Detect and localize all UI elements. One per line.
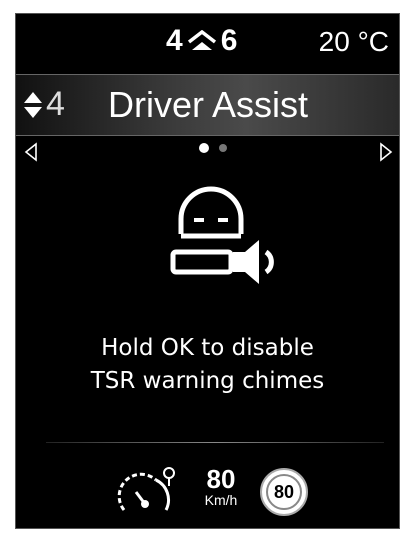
outside-temperature: 20 °C — [318, 26, 389, 57]
shift-up-icon — [187, 30, 216, 50]
instruction-message: Hold OK to disable TSR warning chimes — [16, 332, 399, 398]
current-gear: 4 — [166, 24, 183, 57]
page-indicator — [199, 143, 227, 153]
speed-limiter-icon — [117, 467, 175, 511]
triangle-right-icon[interactable] — [379, 142, 393, 162]
divider — [46, 442, 384, 443]
speed-unit: Km/h — [204, 492, 238, 508]
speed-limit-value: 80 — [266, 474, 302, 510]
set-speed-value: 80 — [206, 464, 236, 494]
menu-index: 4 — [46, 85, 65, 123]
up-down-icon — [24, 92, 42, 118]
triangle-left-icon[interactable] — [24, 142, 38, 162]
menu-title-bar[interactable]: 4 Driver Assist — [16, 74, 399, 136]
driver-chime-icon — [170, 186, 274, 284]
menu-title: Driver Assist — [108, 84, 309, 125]
gear-indicator: 4 6 — [166, 24, 237, 58]
speed-limit-sign: 80 — [260, 468, 308, 516]
suggested-gear: 6 — [220, 24, 238, 57]
set-speed: 80 Km/h — [196, 466, 246, 508]
speed-info-bar: 80 Km/h 80 — [16, 462, 399, 522]
page-dot — [219, 144, 227, 152]
message-line-2: TSR warning chimes — [90, 368, 325, 394]
cluster-display: 4 6 20 °C 4 Driver Assist Hold OK to dis… — [15, 13, 400, 529]
page-dot-active — [199, 143, 209, 153]
message-line-1: Hold OK to disable — [101, 335, 314, 361]
status-bar: 4 6 20 °C — [16, 22, 399, 62]
